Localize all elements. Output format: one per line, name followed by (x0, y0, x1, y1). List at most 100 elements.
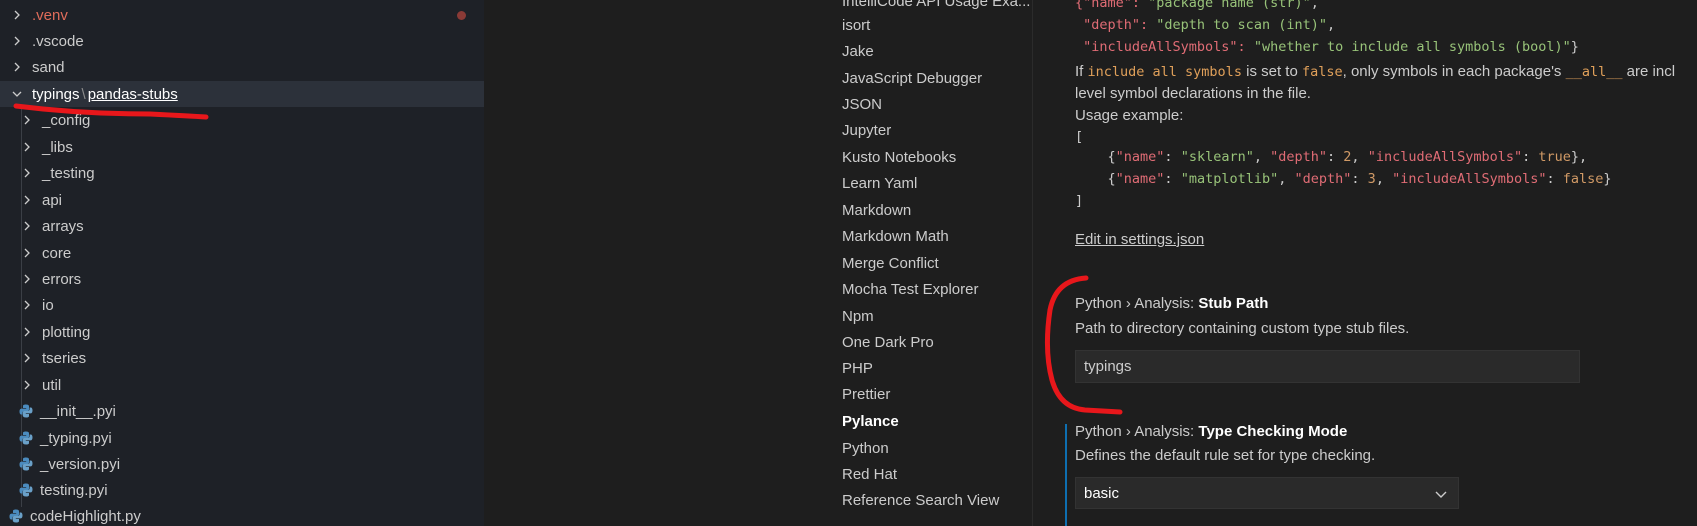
tree-item-label: .venv (32, 6, 68, 24)
python-file-icon (8, 508, 24, 524)
chevron-right-icon (10, 34, 24, 48)
chevron-right-icon (20, 351, 34, 365)
tree-item-folder[interactable]: io (0, 292, 484, 318)
tree-item-file[interactable]: _typing.pyi (0, 425, 484, 451)
stub-path-input[interactable]: typings (1075, 350, 1580, 383)
toc-item[interactable]: JSON (842, 96, 882, 113)
tree-item-label: sand (32, 58, 65, 76)
setting-description-line2: level symbol declarations in the file. (1075, 85, 1311, 102)
chevron-right-icon (20, 378, 34, 392)
chevron-right-icon (20, 140, 34, 154)
tree-item-folder[interactable]: util (0, 372, 484, 398)
explorer-panel: .venv .vscode sand typings \ pandas-stub… (0, 0, 484, 526)
tree-item-file[interactable]: __init__.pyi (0, 398, 484, 424)
tree-item-label-compact: pandas-stubs (87, 85, 178, 103)
setting-description: If include all symbols is set to false, … (1075, 63, 1676, 80)
toc-item[interactable]: Jake (842, 43, 874, 60)
code-line: ] (1075, 193, 1084, 209)
tree-item-label: testing.pyi (40, 481, 108, 499)
chevron-right-icon (20, 166, 34, 180)
chevron-right-icon (20, 193, 34, 207)
tree-item-typings[interactable]: typings \ pandas-stubs (0, 81, 484, 107)
toc-item[interactable]: Merge Conflict (842, 255, 939, 272)
tree-item-label: core (42, 244, 72, 262)
toc-item[interactable]: Learn Yaml (842, 175, 917, 192)
tree-item-folder[interactable]: core (0, 240, 484, 266)
tree-item-folder[interactable]: _libs (0, 134, 484, 160)
tree-item-folder[interactable]: _config (0, 107, 484, 133)
toc-item[interactable]: Red Hat (842, 466, 897, 483)
tree-item-vscode[interactable]: .vscode (0, 28, 484, 54)
tree-item-file[interactable]: _version.pyi (0, 451, 484, 477)
tree-item-label: _config (42, 111, 91, 129)
toc-item[interactable]: Reference Search View (842, 492, 999, 509)
toc-item[interactable]: One Dark Pro (842, 334, 934, 351)
path-separator: \ (81, 85, 86, 103)
tree-item-label: codeHighlight.py (30, 507, 141, 525)
modified-dot-icon (457, 11, 466, 20)
toc-item[interactable]: Mocha Test Explorer (842, 281, 978, 298)
toc-item[interactable]: Kusto Notebooks (842, 149, 956, 166)
chevron-down-icon (1434, 487, 1448, 501)
tree-item-label: arrays (42, 217, 84, 235)
setting-title-type-checking: Python › Analysis: Type Checking Mode (1075, 423, 1348, 440)
toc-item[interactable]: Python (842, 440, 889, 457)
edit-in-settings-json-link[interactable]: Edit in settings.json (1075, 231, 1204, 248)
code-line: "includeAllSymbols": "whether to include… (1075, 39, 1579, 55)
chevron-right-icon (20, 246, 34, 260)
toc-item[interactable]: Prettier (842, 386, 890, 403)
toc-item[interactable]: Npm (842, 308, 874, 325)
settings-content: {"name": "package name (str)", "depth": … (1075, 0, 1697, 526)
tree-item-label: _typing.pyi (40, 429, 112, 447)
toc-item[interactable]: Markdown Math (842, 228, 949, 245)
toc-item[interactable]: isort (842, 17, 870, 34)
code-line: {"name": "sklearn", "depth": 2, "include… (1075, 149, 1588, 165)
tree-item-file[interactable]: codeHighlight.py (0, 503, 484, 526)
tree-item-sand[interactable]: sand (0, 54, 484, 80)
setting-title-stub-path: Python › Analysis: Stub Path (1075, 295, 1269, 312)
chevron-right-icon (20, 272, 34, 286)
chevron-right-icon (20, 298, 34, 312)
toc-item-pylance[interactable]: Pylance (842, 413, 899, 430)
tree-item-label: tseries (42, 349, 87, 367)
settings-toc: IntelliCode API Usage Exa... isort Jake … (842, 0, 1034, 526)
type-checking-mode-select[interactable]: basic (1075, 477, 1459, 509)
python-file-icon (18, 482, 34, 498)
code-line: {"name": "matplotlib", "depth": 3, "incl… (1075, 171, 1612, 187)
toc-item[interactable]: Markdown (842, 202, 911, 219)
tree-item-folder[interactable]: plotting (0, 319, 484, 345)
setting-description-stub-path: Path to directory containing custom type… (1075, 320, 1410, 337)
tree-item-label: api (42, 191, 63, 209)
toc-item[interactable]: Jupyter (842, 122, 891, 139)
tree-item-label: io (42, 296, 54, 314)
tree-item-folder[interactable]: arrays (0, 213, 484, 239)
python-file-icon (18, 430, 34, 446)
python-file-icon (18, 456, 34, 472)
toc-item[interactable]: IntelliCode API Usage Exa... (842, 0, 1030, 10)
tree-item-folder[interactable]: tseries (0, 345, 484, 371)
chevron-right-icon (10, 8, 24, 22)
python-file-icon (18, 403, 34, 419)
tree-item-file[interactable]: testing.pyi (0, 477, 484, 503)
code-line: {"name": "package name (str)", (1075, 0, 1319, 11)
tree-item-label: _testing (42, 164, 95, 182)
usage-label: Usage example: (1075, 107, 1184, 124)
tree-item-venv[interactable]: .venv (0, 2, 484, 28)
toc-item[interactable]: JavaScript Debugger (842, 70, 982, 87)
tree-item-folder[interactable]: api (0, 187, 484, 213)
tree-item-label: _version.pyi (40, 455, 121, 473)
chevron-down-icon (10, 87, 24, 101)
chevron-right-icon (20, 219, 34, 233)
setting-focus-indicator (1065, 424, 1067, 526)
tree-item-folder[interactable]: _testing (0, 160, 484, 186)
code-line: [ (1075, 129, 1084, 145)
tree-item-folder[interactable]: errors (0, 266, 484, 292)
setting-description-type-checking: Defines the default rule set for type ch… (1075, 447, 1376, 464)
tree-item-label: typings (32, 85, 80, 103)
tree-item-label: util (42, 376, 62, 394)
tree-item-label: __init__.pyi (40, 402, 116, 420)
toc-item[interactable]: PHP (842, 360, 873, 377)
chevron-right-icon (20, 325, 34, 339)
tree-item-label: .vscode (32, 32, 84, 50)
code-line: "depth": "depth to scan (int)", (1075, 17, 1336, 33)
